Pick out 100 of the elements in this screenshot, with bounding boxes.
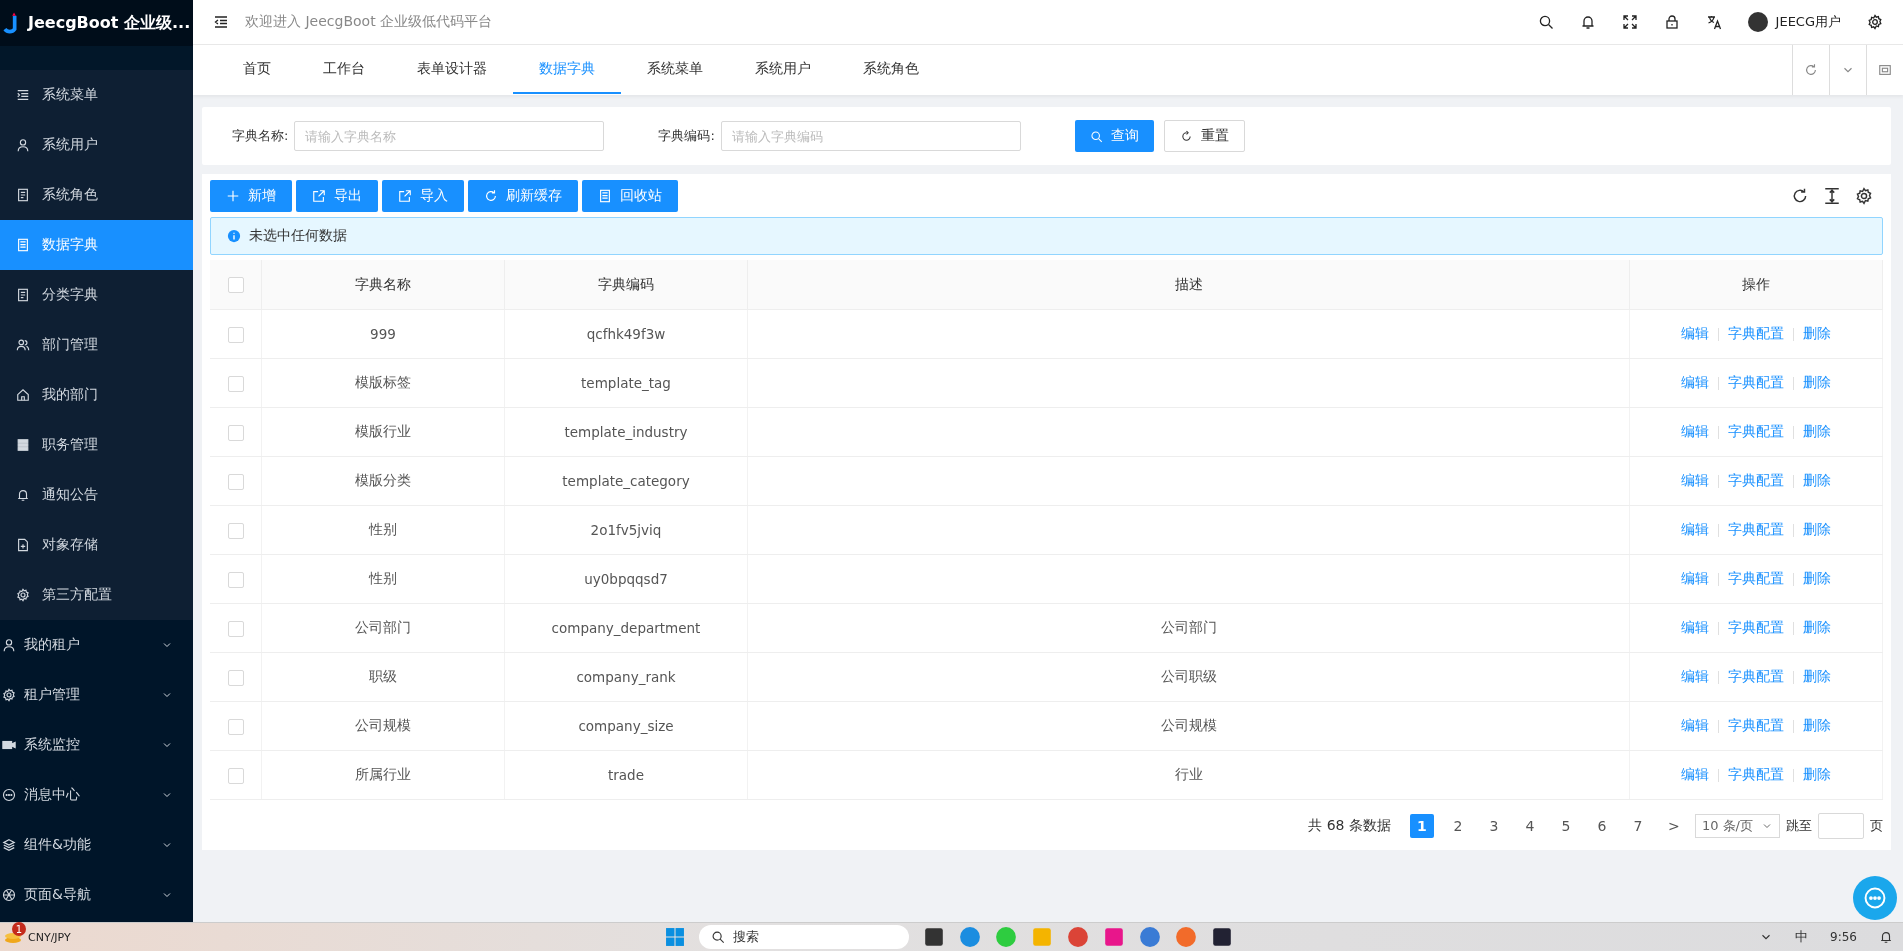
tab[interactable]: 系统菜单 xyxy=(621,45,729,94)
action-link[interactable]: 字典配置 xyxy=(1728,717,1784,733)
page-button[interactable]: 5 xyxy=(1553,814,1578,838)
checkbox[interactable] xyxy=(227,669,244,686)
sidebar-group[interactable]: 组件&功能 xyxy=(0,820,193,870)
next-page-button[interactable]: > xyxy=(1661,814,1686,838)
chat-button[interactable] xyxy=(1853,876,1897,920)
refresh-icon[interactable] xyxy=(1791,187,1809,205)
sidebar-item[interactable]: 部门管理 xyxy=(0,320,193,370)
app-icon[interactable] xyxy=(922,926,945,948)
refresh-cache-button[interactable]: 刷新缓存 xyxy=(468,180,578,212)
action-link[interactable]: 字典配置 xyxy=(1728,619,1784,635)
app-icon[interactable] xyxy=(1210,926,1233,948)
sidebar-item[interactable]: 系统角色 xyxy=(0,170,193,220)
action-link[interactable]: 字典配置 xyxy=(1728,423,1784,439)
action-link[interactable]: 删除 xyxy=(1803,325,1831,341)
page-button[interactable]: 1 xyxy=(1409,814,1434,838)
action-link[interactable]: 删除 xyxy=(1803,570,1831,586)
windows-start-icon[interactable] xyxy=(664,927,685,947)
recycle-bin-button[interactable]: 回收站 xyxy=(582,180,678,212)
action-link[interactable]: 删除 xyxy=(1803,668,1831,684)
sidebar-group[interactable]: 我的租户 xyxy=(0,620,193,670)
taskbar-search[interactable]: 搜索 xyxy=(698,925,909,949)
action-link[interactable]: 编辑 xyxy=(1681,521,1709,537)
sidebar-item[interactable]: 系统用户 xyxy=(0,120,193,170)
checkbox[interactable] xyxy=(227,767,244,784)
action-link[interactable]: 编辑 xyxy=(1681,570,1709,586)
sidebar-item[interactable]: 分类字典 xyxy=(0,270,193,320)
tab[interactable]: 工作台 xyxy=(297,45,391,94)
action-link[interactable]: 删除 xyxy=(1803,472,1831,488)
action-link[interactable]: 编辑 xyxy=(1681,472,1709,488)
sidebar-group[interactable]: 消息中心 xyxy=(0,770,193,820)
input-method-indicator[interactable]: 中 xyxy=(1795,928,1809,946)
action-link[interactable]: 字典配置 xyxy=(1728,570,1784,586)
action-link[interactable]: 删除 xyxy=(1803,619,1831,635)
action-link[interactable]: 编辑 xyxy=(1681,668,1709,684)
export-button[interactable]: 导出 xyxy=(296,180,378,212)
jump-field[interactable] xyxy=(1818,813,1864,839)
action-link[interactable]: 编辑 xyxy=(1681,619,1709,635)
settings-icon[interactable] xyxy=(1867,14,1883,30)
action-link[interactable]: 字典配置 xyxy=(1728,668,1784,684)
checkbox[interactable] xyxy=(227,522,244,539)
menu-fold-icon[interactable] xyxy=(213,14,229,30)
sidebar-item[interactable]: 系统菜单 xyxy=(0,70,193,120)
checkbox[interactable] xyxy=(227,424,244,441)
import-button[interactable]: 导入 xyxy=(382,180,464,212)
text-field[interactable]: 请输入字典名称 xyxy=(294,121,605,151)
action-link[interactable]: 编辑 xyxy=(1681,766,1709,782)
tab[interactable]: 系统角色 xyxy=(837,45,945,94)
page-button[interactable]: 4 xyxy=(1517,814,1542,838)
fullscreen-icon[interactable] xyxy=(1878,63,1892,77)
checkbox[interactable] xyxy=(227,718,244,735)
sidebar-item[interactable]: 我的部门 xyxy=(0,370,193,420)
expand-icon[interactable] xyxy=(1621,14,1638,30)
action-link[interactable]: 编辑 xyxy=(1681,374,1709,390)
tab[interactable]: 首页 xyxy=(217,45,297,94)
page-button[interactable]: 7 xyxy=(1625,814,1650,838)
sidebar-group[interactable]: 租户管理 xyxy=(0,670,193,720)
action-link[interactable]: 字典配置 xyxy=(1728,766,1784,782)
action-link[interactable]: 删除 xyxy=(1803,374,1831,390)
checkbox[interactable] xyxy=(227,326,244,343)
checkbox[interactable] xyxy=(227,571,244,588)
translate-icon[interactable] xyxy=(1705,14,1722,30)
action-link[interactable]: 字典配置 xyxy=(1728,374,1784,390)
action-link[interactable]: 删除 xyxy=(1803,521,1831,537)
checkbox[interactable] xyxy=(227,620,244,637)
action-link[interactable]: 字典配置 xyxy=(1728,521,1784,537)
action-link[interactable]: 删除 xyxy=(1803,423,1831,439)
sidebar-item[interactable]: 对象存储 xyxy=(0,520,193,570)
user-menu[interactable]: JEECG用户 xyxy=(1747,12,1841,32)
action-link[interactable]: 字典配置 xyxy=(1728,325,1784,341)
column-height-icon[interactable] xyxy=(1823,187,1841,205)
settings-icon[interactable] xyxy=(1855,187,1873,205)
action-link[interactable]: 编辑 xyxy=(1681,717,1709,733)
tab[interactable]: 数据字典 xyxy=(513,45,621,94)
sidebar-item[interactable]: 数据字典 xyxy=(0,220,193,270)
page-button[interactable]: 3 xyxy=(1481,814,1506,838)
search-icon[interactable] xyxy=(1537,14,1554,30)
text-field[interactable]: 请输入字典编码 xyxy=(720,121,1021,151)
bell-icon[interactable] xyxy=(1879,930,1893,944)
action-link[interactable]: 删除 xyxy=(1803,766,1831,782)
action-link[interactable]: 编辑 xyxy=(1681,325,1709,341)
tab[interactable]: 表单设计器 xyxy=(391,45,513,94)
sidebar-item[interactable]: 通知公告 xyxy=(0,470,193,520)
sidebar-group[interactable]: 系统监控 xyxy=(0,720,193,770)
checkbox[interactable] xyxy=(227,375,244,392)
sidebar-group[interactable]: 页面&导航 xyxy=(0,870,193,920)
page-size-select[interactable]: 10 条/页 xyxy=(1694,814,1780,838)
page-button[interactable]: 2 xyxy=(1445,814,1470,838)
action-link[interactable]: 字典配置 xyxy=(1728,472,1784,488)
sidebar-item[interactable]: 第三方配置 xyxy=(0,570,193,620)
sidebar-item[interactable]: 职务管理 xyxy=(0,420,193,470)
tab[interactable]: 系统用户 xyxy=(729,45,837,94)
page-button[interactable]: 6 xyxy=(1589,814,1614,838)
add-button[interactable]: 新增 xyxy=(210,180,292,212)
action-link[interactable]: 编辑 xyxy=(1681,423,1709,439)
checkbox[interactable] xyxy=(227,277,244,293)
checkbox[interactable] xyxy=(227,473,244,490)
action-link[interactable]: 删除 xyxy=(1803,717,1831,733)
search-button[interactable]: 查询 xyxy=(1074,120,1154,152)
